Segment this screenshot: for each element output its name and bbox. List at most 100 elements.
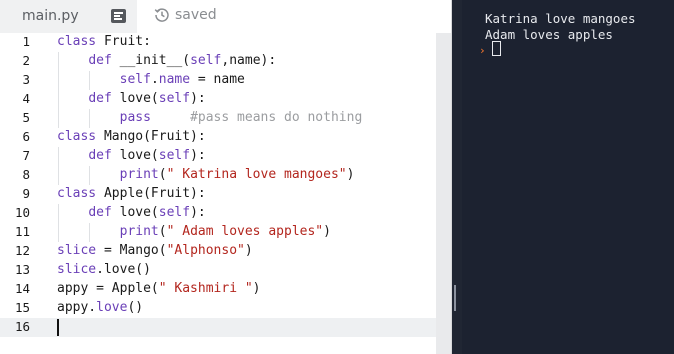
code-token: class (57, 129, 97, 144)
code-line[interactable]: 12 slice = Mango("Alphonso") (0, 242, 436, 261)
code-token: self (190, 53, 222, 68)
code-token: self (158, 91, 191, 106)
code-token: ) (244, 243, 253, 258)
pane-resize-handle[interactable] (451, 0, 462, 354)
code-token: ): (190, 148, 206, 163)
line-number: 16 (14, 319, 30, 334)
code-token: print (119, 167, 159, 182)
code-text: def love(self): (57, 205, 206, 220)
indent-guide (58, 204, 59, 242)
file-tab[interactable]: main.py (0, 0, 137, 33)
editor-tabbar: main.py saved (0, 0, 451, 33)
code-token: self (158, 205, 191, 220)
indent-guide (89, 166, 90, 185)
code-token: () (127, 300, 144, 315)
line-number: 1 (22, 34, 30, 49)
line-number: 7 (22, 148, 30, 163)
code-line[interactable]: 5 pass #pass means do nothing (0, 109, 436, 128)
code-text: class Mango(Fruit): (57, 129, 206, 144)
code-token: love (96, 300, 128, 315)
code-text: appy.love() (57, 300, 143, 315)
indent-guide (89, 223, 90, 242)
code-line[interactable]: 4 def love(self): (0, 90, 436, 109)
terminal-cursor (492, 41, 501, 56)
code-token: ) (252, 281, 261, 296)
code-line[interactable]: 10 def love(self): (0, 204, 436, 223)
code-token: appy. (57, 300, 97, 315)
code-line[interactable]: 13 slice.love() (0, 261, 436, 280)
code-text: class Fruit: (57, 34, 151, 49)
save-status-label: saved (175, 7, 217, 23)
line-number: 13 (14, 262, 30, 277)
code-text: def __init__(self,name): (57, 53, 276, 68)
indent-guide (58, 52, 59, 128)
code-token: " Kashmiri " (158, 281, 253, 296)
console-pane[interactable]: Katrina love mangoes Adam loves apples › (462, 0, 674, 354)
code-text: def love(self): (57, 91, 206, 106)
code-token: def (88, 91, 112, 106)
code-text: appy = Apple(" Kashmiri ") (57, 281, 261, 296)
line-number: 12 (14, 243, 30, 258)
code-token: Fruit: (96, 34, 151, 49)
code-text: class Apple(Fruit): (57, 186, 206, 201)
code-line[interactable]: 2 def __init__(self,name): (0, 52, 436, 71)
code-token: self (158, 148, 191, 163)
code-token: #pass means do nothing (190, 110, 363, 125)
prompt-chevron-icon: › (479, 44, 486, 57)
code-token: pass (119, 110, 151, 125)
code-line[interactable]: 8 print(" Katrina love mangoes") (0, 166, 436, 185)
code-line[interactable]: 6 class Mango(Fruit): (0, 128, 436, 147)
code-editor[interactable]: 1 class Fruit: 2 def __init__(self,name): 3… (0, 33, 436, 354)
code-line[interactable]: 7 def love(self): (0, 147, 436, 166)
code-token: print (119, 224, 159, 239)
code-token: ): (190, 91, 206, 106)
line-number: 11 (14, 224, 30, 239)
file-menu-icon[interactable] (111, 9, 126, 23)
file-tab-label: main.py (22, 8, 79, 24)
line-number: 10 (14, 205, 30, 220)
code-line[interactable]: 3 self.name = name (0, 71, 436, 90)
code-line[interactable]: 16 (0, 318, 436, 337)
code-token: def (88, 148, 112, 163)
code-token: Mango(Fruit): (96, 129, 206, 144)
code-line[interactable]: 9 class Apple(Fruit): (0, 185, 436, 204)
code-line[interactable]: 1 class Fruit: (0, 33, 436, 52)
indent-guide (58, 147, 59, 185)
resize-grip-icon[interactable] (454, 285, 456, 311)
line-number: 3 (22, 72, 30, 87)
code-token: def (88, 205, 112, 220)
code-token: class (57, 186, 97, 201)
code-token: . (150, 72, 159, 87)
code-token: " Adam loves apples" (166, 224, 324, 239)
code-token: = Mango( (96, 243, 167, 258)
code-token: "Alphonso" (166, 243, 245, 258)
code-token: self (119, 72, 151, 87)
code-token: appy = Apple( (57, 281, 159, 296)
code-text: print(" Adam loves apples") (57, 224, 331, 239)
line-number: 8 (22, 167, 30, 182)
code-line[interactable]: 11 print(" Adam loves apples") (0, 223, 436, 242)
code-token: = name (190, 72, 245, 87)
code-token: " Katrina love mangoes" (166, 167, 347, 182)
editor-pane: main.py saved 1 class Fruit: 2 def __init_… (0, 0, 451, 354)
code-line[interactable]: 14 appy = Apple(" Kashmiri ") (0, 280, 436, 299)
code-token: ): (190, 205, 206, 220)
code-line[interactable]: 15 appy.love() (0, 299, 436, 318)
indent-guide (89, 71, 90, 90)
console-output-line: Adam loves apples (485, 27, 613, 42)
code-token: def (88, 53, 112, 68)
code-token: love( (111, 148, 159, 163)
code-text: def love(self): (57, 148, 206, 163)
line-number: 5 (22, 110, 30, 125)
editor-scrollbar[interactable] (436, 33, 451, 354)
indent-guide (89, 109, 90, 128)
code-token: name (158, 72, 191, 87)
code-token: slice (57, 243, 97, 258)
line-number: 14 (14, 281, 30, 296)
code-text: self.name = name (57, 72, 245, 87)
